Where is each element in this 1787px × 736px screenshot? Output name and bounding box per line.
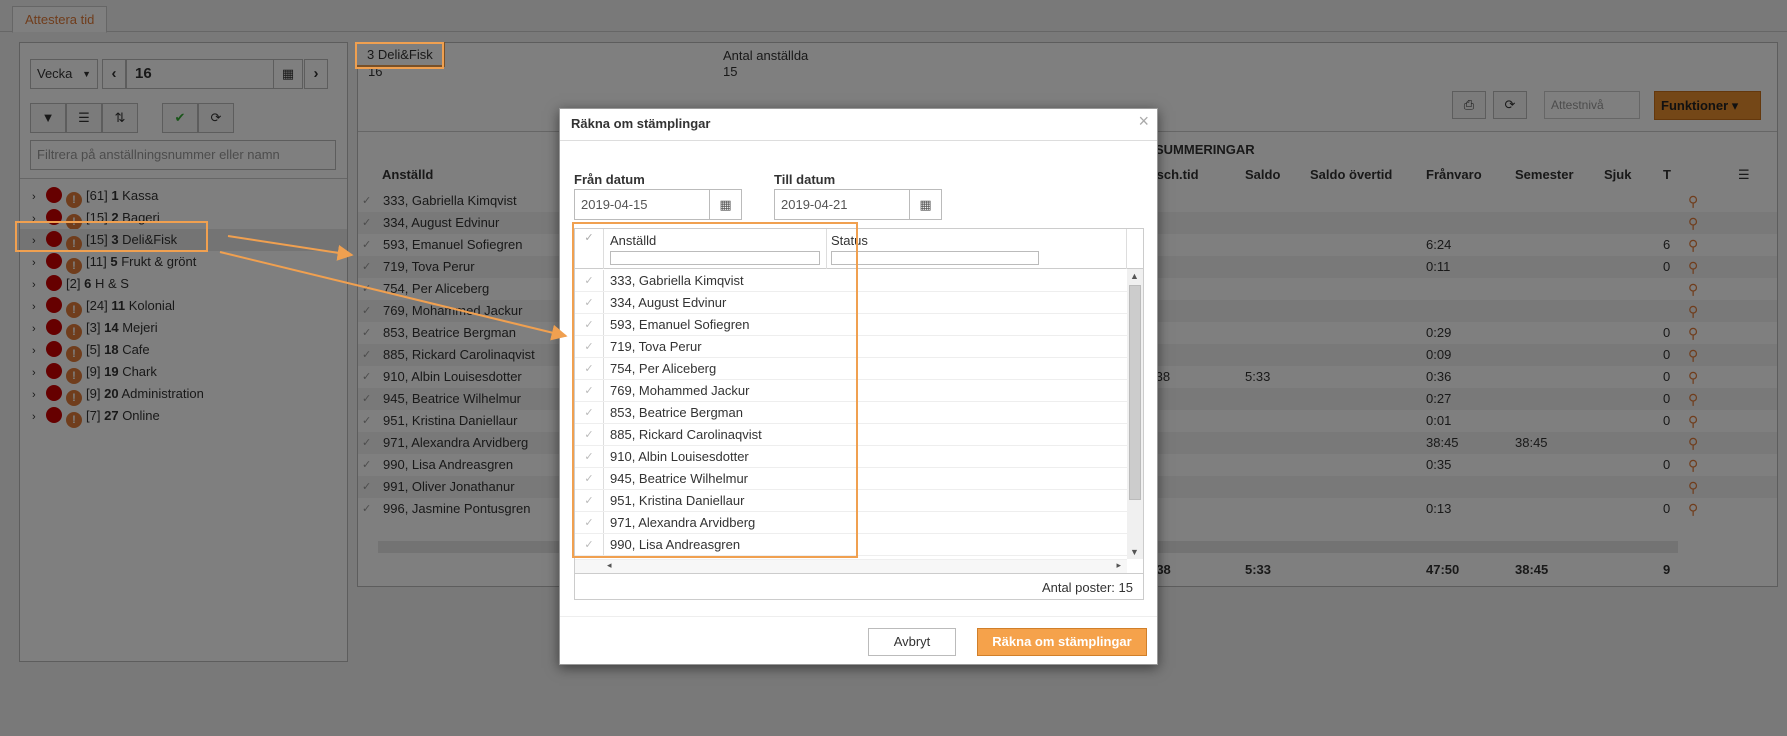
cancel-button[interactable]: Avbryt (868, 628, 956, 656)
scroll-left-icon[interactable]: ◂ (607, 560, 612, 571)
scroll-down-icon[interactable]: ▼ (1130, 547, 1139, 557)
from-date-label: Från datum (574, 172, 645, 187)
calendar-icon[interactable]: ▦ (709, 190, 741, 219)
close-icon[interactable]: × (1138, 111, 1149, 132)
grid-vertical-scrollbar[interactable]: ▲ ▼ (1127, 269, 1143, 559)
annotation-box-tree (15, 221, 208, 252)
annotation-box-grid (572, 222, 858, 558)
dialog-title: Räkna om stämplingar (560, 109, 1157, 141)
divider (1126, 229, 1127, 269)
recalculate-button[interactable]: Räkna om stämplingar (977, 628, 1147, 656)
divider (560, 616, 1157, 617)
status-column-filter[interactable] (831, 251, 1039, 265)
scroll-thumb[interactable] (1129, 285, 1141, 500)
annotation-box-badge (355, 42, 444, 69)
to-date-label: Till datum (774, 172, 836, 187)
grid-footer: Antal poster: 15 (575, 573, 1143, 599)
scroll-right-icon[interactable]: ▸ (1116, 560, 1121, 571)
calendar-icon[interactable]: ▦ (909, 190, 941, 219)
from-date-input[interactable]: 2019-04-15 ▦ (574, 189, 742, 220)
scroll-up-icon[interactable]: ▲ (1130, 271, 1139, 281)
record-count: Antal poster: 15 (1041, 580, 1133, 595)
to-date-input[interactable]: 2019-04-21 ▦ (774, 189, 942, 220)
grid-horizontal-scrollbar[interactable]: ◂ ▸ (575, 559, 1127, 573)
